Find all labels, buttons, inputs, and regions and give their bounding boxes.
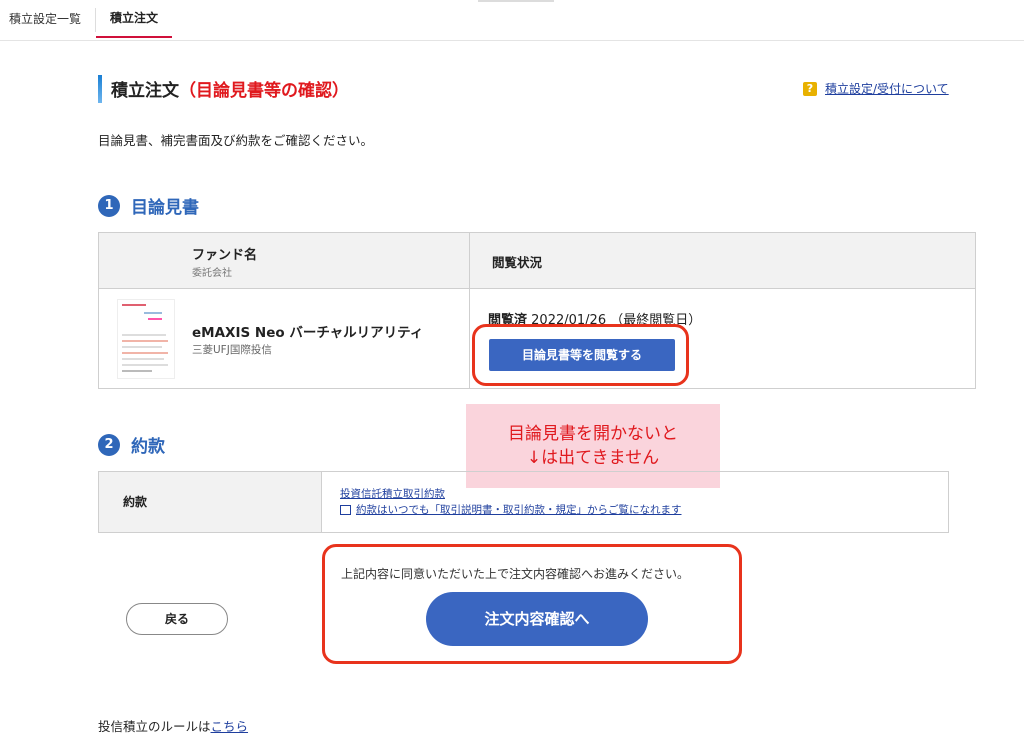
external-window-icon (340, 504, 351, 515)
footer-rules: 投信積立のルールはこちら (98, 716, 248, 735)
header-company: 委託会社 (192, 268, 232, 279)
section-number-2: 2 (98, 434, 120, 456)
footer-rules-link[interactable]: こちら (211, 719, 249, 734)
terms-label: 約款 (123, 495, 148, 509)
page-title: 積立注文（目論見書等の確認） (111, 76, 349, 101)
top-divider (478, 0, 554, 2)
header-view-status: 閲覧状況 (492, 255, 543, 270)
terms-link[interactable]: 投資信託積立取引約款 (340, 486, 445, 501)
terms-info-link[interactable]: 約款はいつでも「取引説明書・取引約款・規定」からご覧になれます (340, 502, 682, 517)
footer-text: 投信積立のルールは (98, 719, 211, 734)
intro-text: 目論見書、補完書面及び約款をご確認ください。 (98, 133, 374, 148)
tab-order[interactable]: 積立注文 (96, 0, 172, 38)
annotation-line-2: ↓は出てきません (526, 448, 660, 468)
section-title-prospectus: 目論見書 (131, 198, 199, 218)
header-fund-name: ファンド名 (192, 248, 258, 263)
prospectus-thumbnail (117, 299, 175, 379)
help-link[interactable]: 積立設定/受付について (825, 82, 949, 96)
highlight-box-confirm (322, 544, 742, 664)
back-button[interactable]: 戻る (126, 603, 228, 635)
terms-table: 約款 投資信託積立取引約款 約款はいつでも「取引説明書・取引約款・規定」からご覧… (98, 471, 949, 533)
annotation-line-1: 目論見書を開かないと (508, 424, 678, 444)
tab-settings-list[interactable]: 積立設定一覧 (0, 0, 103, 38)
fund-name: eMAXIS Neo バーチャルリアリティ (192, 325, 424, 341)
section-number-1: 1 (98, 195, 120, 217)
top-nav: 積立設定一覧 積立注文 (0, 0, 1024, 41)
page-title-sub: （目論見書等の確認） (179, 81, 349, 101)
fund-company: 三菱UFJ国際投信 (192, 344, 272, 356)
page-title-main: 積立注文 (111, 81, 179, 101)
terms-info-link-text[interactable]: 約款はいつでも「取引説明書・取引約款・規定」からご覧になれます (356, 504, 682, 516)
section-title-terms: 約款 (131, 437, 165, 457)
table-divider (469, 233, 470, 388)
help-icon: ? (803, 81, 817, 96)
highlight-box-view-button (472, 324, 689, 386)
help-link-wrap[interactable]: ? 積立設定/受付について (803, 80, 949, 97)
title-accent-bar (98, 75, 102, 103)
